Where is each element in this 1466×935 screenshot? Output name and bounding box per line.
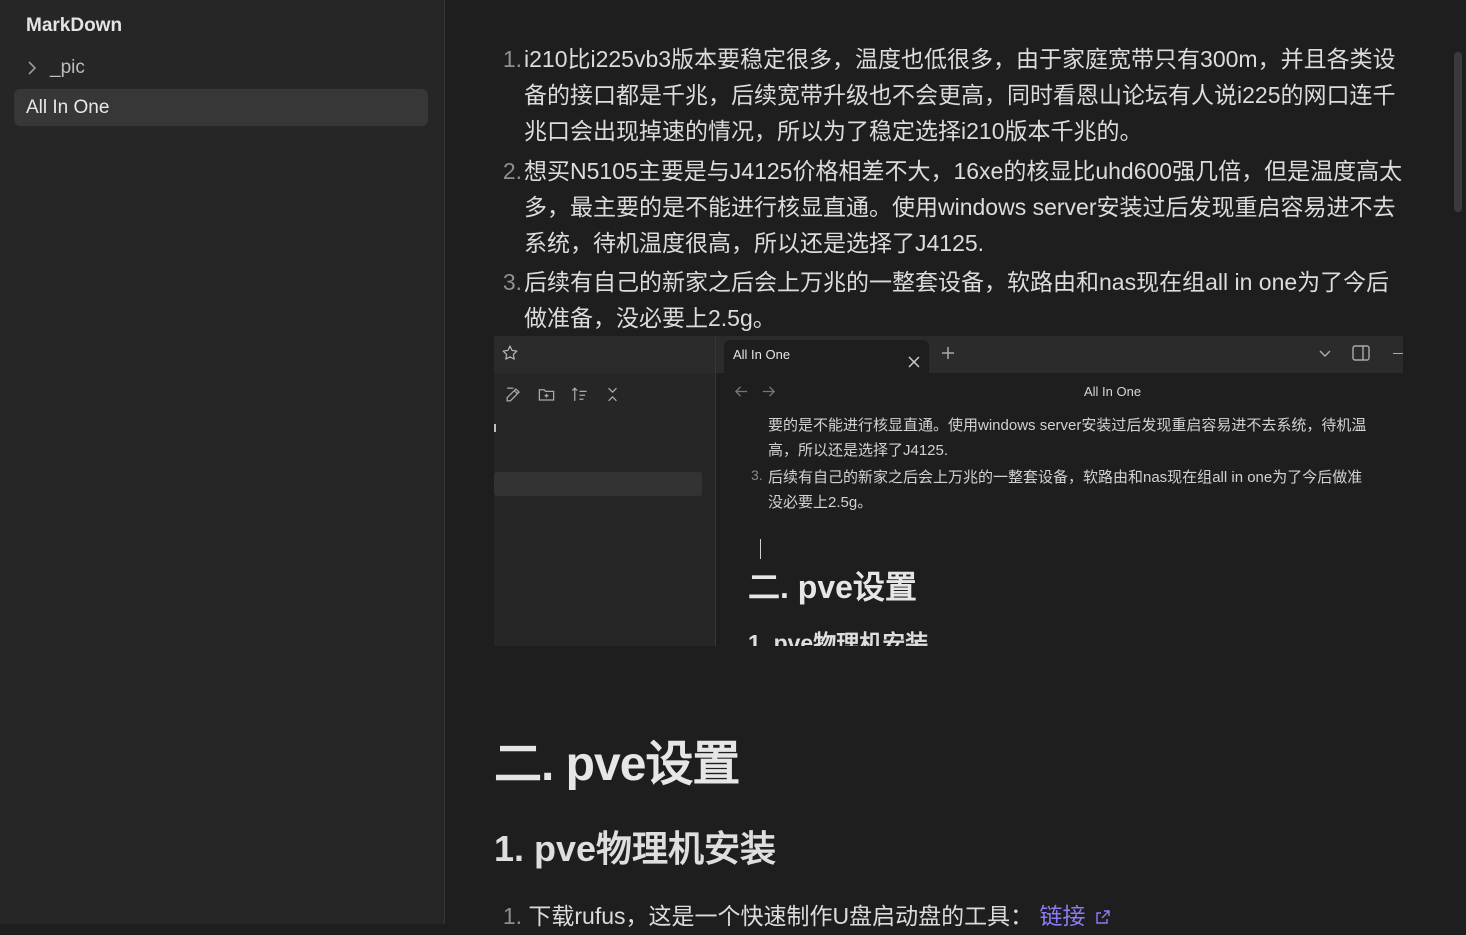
embedded-screenshot-image: All In One All In One 要的是不能进行核显直通。使用wind… (494, 336, 1403, 646)
heading-pve-settings: 二. pve设置 (494, 738, 740, 791)
embedded-text-line: 后续有自己的新家之后会上万兆的一整套设备，软路由和nas现在组all in on… (768, 469, 1363, 486)
file-label: All In One (26, 96, 110, 118)
forward-arrow-icon (761, 384, 776, 399)
embedded-sidebar (494, 336, 716, 646)
new-folder-icon (537, 385, 556, 404)
embedded-heading-3: 1. pve物理机安装 (748, 630, 929, 646)
heading-pve-install: 1. pve物理机安装 (494, 828, 777, 869)
folder-item-pic[interactable]: _pic (22, 54, 85, 82)
file-item-all-in-one[interactable]: All In One (14, 89, 428, 126)
embedded-selected-row (494, 472, 702, 496)
collapse-all-icon (603, 385, 622, 404)
minimize-icon (1393, 353, 1403, 354)
editor-pane[interactable]: 1. i210比i225vb3版本要稳定很多，温度也低很多，由于家庭宽带只有30… (446, 0, 1466, 929)
star-icon (501, 344, 519, 362)
embedded-tab-label: All In One (733, 347, 791, 362)
file-explorer-sidebar: MarkDown _pic All In One (0, 0, 445, 924)
embedded-text-line: 高，所以还是选择了J4125. (768, 442, 949, 459)
list-text: i210比i225vb3版本要稳定很多，温度也低很多，由于家庭宽带只有300m，… (524, 46, 1396, 144)
folder-label: _pic (50, 57, 85, 78)
embedded-text-line: 没必要上2.5g。 (768, 494, 873, 511)
back-arrow-icon (734, 384, 749, 399)
embedded-nav (734, 384, 776, 399)
scrollbar-thumb[interactable] (1454, 52, 1462, 212)
list-text: 下载rufus，这是一个快速制作U盘启动盘的工具： (528, 903, 1034, 929)
external-link-icon[interactable] (1095, 899, 1111, 924)
list-item: 1. 下载rufus，这是一个快速制作U盘启动盘的工具： 链接 (500, 898, 1111, 934)
plus-icon (940, 345, 956, 361)
sort-icon (570, 385, 589, 404)
list-number: 3. (502, 269, 522, 295)
close-icon (908, 349, 920, 368)
list-text: 想买N5105主要是与J4125价格相差不大，16xe的核显比uhd600强几倍… (524, 158, 1403, 256)
edit-icon (504, 385, 523, 404)
list-number: 1. (502, 46, 522, 72)
chevron-right-icon[interactable] (22, 58, 42, 78)
embedded-view-title: All In One (1084, 384, 1142, 399)
embedded-tab: All In One (724, 340, 929, 373)
embedded-text-line: 要的是不能进行核显直通。使用windows server安装过后发现重启容易进不… (768, 417, 1367, 434)
list-number: 2. (502, 158, 522, 184)
embedded-heading-2: 二. pve设置 (748, 569, 917, 605)
chevron-down-icon (1318, 346, 1332, 360)
embedded-list-number: 3. (751, 467, 763, 483)
embedded-tab-bar: All In One (716, 336, 1403, 373)
external-link[interactable]: 链接 (1040, 903, 1086, 929)
vault-title[interactable]: MarkDown (26, 15, 122, 37)
embedded-toolbar (504, 385, 622, 404)
text-cursor (760, 539, 761, 559)
sidebar-toggle-icon (1352, 345, 1370, 361)
list-number: 1. (502, 903, 522, 929)
list-text: 后续有自己的新家之后会上万兆的一整套设备，软路由和nas现在组all in on… (524, 269, 1390, 331)
